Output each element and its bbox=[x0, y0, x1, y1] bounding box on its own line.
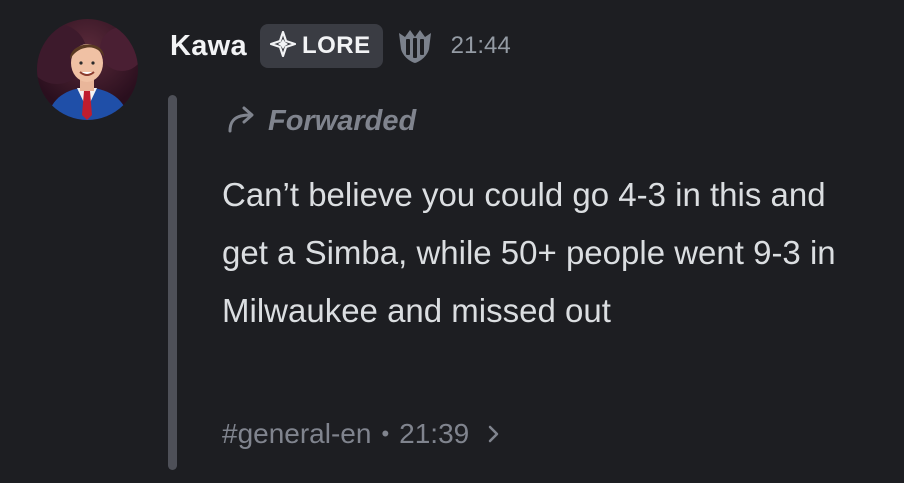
forward-source[interactable]: #general-en • 21:39 bbox=[222, 418, 501, 450]
message-timestamp[interactable]: 21:44 bbox=[451, 32, 511, 60]
forward-arrow-icon bbox=[226, 104, 260, 139]
forwarded-label: Forwarded bbox=[268, 105, 417, 137]
chevron-right-icon[interactable] bbox=[487, 423, 501, 445]
message-header: Kawa LORE 21:44 bbox=[170, 22, 511, 70]
avatar[interactable] bbox=[37, 19, 138, 120]
forwarded-indicator: Forwarded bbox=[226, 104, 416, 139]
server-tag-label: LORE bbox=[301, 32, 371, 59]
source-time: 21:39 bbox=[399, 418, 470, 449]
server-tag[interactable]: LORE bbox=[259, 24, 383, 68]
separator-dot: • bbox=[381, 421, 390, 446]
crown-shield-icon[interactable] bbox=[395, 26, 437, 66]
diamond-cross-icon bbox=[269, 30, 297, 62]
forward-bar bbox=[168, 95, 177, 470]
source-channel[interactable]: #general-en bbox=[222, 418, 371, 450]
message: Kawa LORE 21:44 Forwarded Can’t believe … bbox=[0, 0, 904, 483]
message-content: Can’t believe you could go 4-3 in this a… bbox=[222, 176, 836, 329]
author-name[interactable]: Kawa bbox=[170, 30, 247, 63]
